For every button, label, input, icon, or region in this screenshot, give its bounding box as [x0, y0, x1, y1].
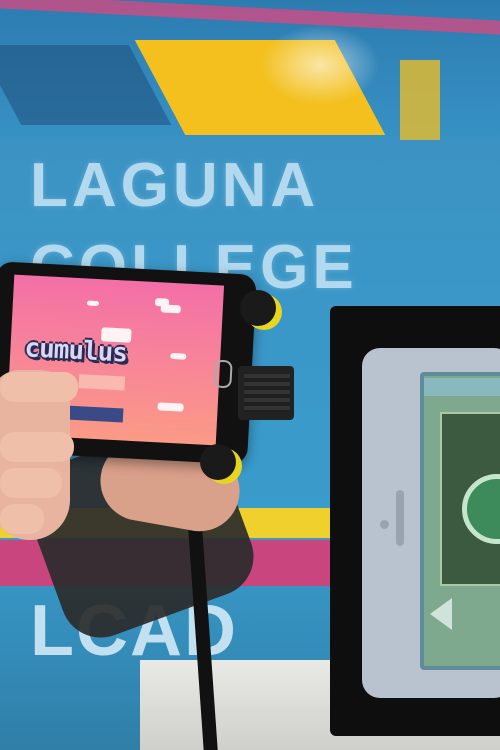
cloud-icon	[157, 402, 184, 412]
finger	[0, 504, 44, 534]
cloud-icon	[86, 300, 100, 307]
clamp-knob-top	[240, 290, 276, 326]
monitor-game-header-bar	[424, 378, 500, 396]
game-title: cumulus	[23, 333, 128, 369]
game-menu-button[interactable]	[78, 374, 126, 391]
cloud-icon	[154, 298, 170, 307]
finger	[0, 432, 74, 462]
banner-word-laguna: LAGUNA	[30, 151, 320, 220]
phone-camera-dot	[380, 520, 389, 529]
finger	[0, 468, 62, 498]
cloud-icon	[170, 352, 187, 360]
clamp-grip	[244, 374, 290, 412]
phone-speaker	[396, 490, 404, 546]
photo-scene: LAGUNA COLLEGE LCAD cumulus	[0, 0, 500, 750]
monitor-game-left-arrow-icon	[430, 598, 452, 630]
clamp-knob-bottom	[200, 444, 236, 480]
tablet-camera	[213, 359, 233, 389]
banner-yellow-shape-2	[400, 60, 440, 140]
finger	[0, 372, 78, 402]
light-glare	[260, 25, 380, 105]
